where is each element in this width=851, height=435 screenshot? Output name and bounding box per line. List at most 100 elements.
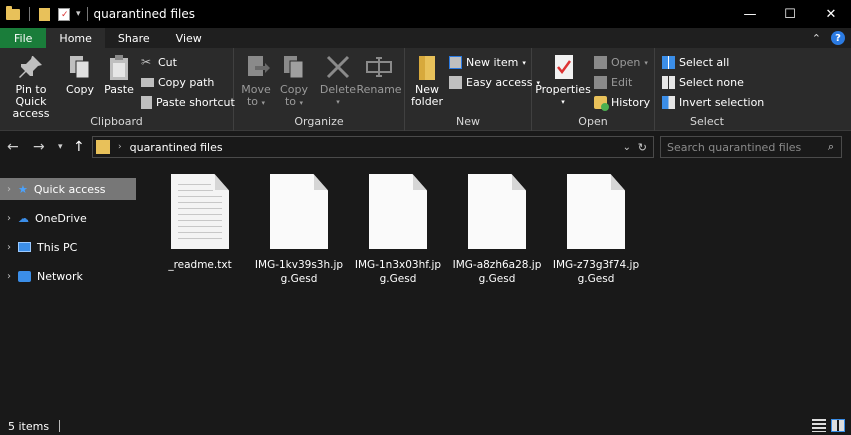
paste-button[interactable]: Paste	[101, 52, 137, 96]
paste-shortcut-button[interactable]: Paste shortcut	[141, 96, 235, 109]
tab-home[interactable]: Home	[46, 28, 105, 48]
window-title: quarantined files	[93, 7, 195, 21]
breadcrumb-current[interactable]: quarantined files	[130, 141, 223, 154]
tab-view[interactable]: View	[163, 28, 215, 48]
up-arrow-icon[interactable]: ↑	[73, 139, 85, 155]
details-view-icon[interactable]	[812, 419, 826, 432]
customize-toolbar-icon[interactable]: ▾	[76, 9, 81, 19]
chevron-right-icon[interactable]: ›	[2, 242, 16, 253]
item-count: 5 items	[8, 419, 50, 433]
open-group: Properties ▾ Open ▾ Edit History Open	[532, 48, 655, 131]
computer-icon	[18, 242, 31, 252]
copy-path-button[interactable]: Copy path	[141, 76, 214, 89]
file-name: IMG-z73g3f74.jpg.Gesd	[552, 259, 640, 285]
help-icon[interactable]: ?	[831, 31, 845, 45]
select-none-button[interactable]: Select none	[662, 76, 744, 89]
dropdown-arrow-icon: ▾	[336, 98, 340, 106]
search-input[interactable]	[667, 140, 817, 154]
new-item-button[interactable]: New item ▾	[449, 56, 526, 69]
recent-locations-icon[interactable]: ▾	[58, 142, 63, 152]
search-box[interactable]: ⌕	[660, 136, 842, 158]
collapse-ribbon-icon[interactable]: ⌃	[812, 32, 821, 45]
chevron-right-icon[interactable]: ›	[2, 184, 16, 195]
search-icon[interactable]: ⌕	[828, 140, 834, 154]
new-group: New folder New item ▾ Easy access ▾ New	[405, 48, 540, 131]
star-icon: ★	[18, 182, 28, 196]
cloud-icon: ☁	[18, 211, 29, 225]
rename-button[interactable]: Rename	[356, 52, 402, 96]
file-name: IMG-a8zh6a28.jpg.Gesd	[452, 259, 542, 285]
generic-file-icon	[468, 174, 526, 249]
large-icons-view-icon[interactable]	[831, 419, 845, 432]
generic-file-icon	[567, 174, 625, 249]
select-none-icon	[662, 76, 675, 89]
delete-x-icon	[323, 52, 353, 82]
select-all-button[interactable]: Select all	[662, 56, 729, 69]
refresh-icon[interactable]: ↻	[638, 141, 647, 154]
history-icon	[594, 96, 609, 111]
file-item[interactable]: IMG-1n3x03hf.jpg.Gesd	[353, 174, 443, 286]
easy-access-button[interactable]: Easy access ▾	[449, 76, 540, 89]
open-button[interactable]: Open ▾	[594, 56, 648, 69]
move-to-button[interactable]: Move to ▾	[238, 52, 274, 109]
new-item-icon	[449, 56, 462, 69]
status-bar: 5 items	[0, 417, 851, 435]
tab-file[interactable]: File	[0, 28, 47, 48]
address-dropdown-icon[interactable]: ⌄	[623, 142, 631, 153]
clipboard-group: Pin to Quick access Copy Paste ✂ Cut Cop…	[0, 48, 235, 131]
copy-button[interactable]: Copy	[62, 52, 98, 96]
file-item[interactable]: _readme.txt	[155, 174, 245, 272]
file-item[interactable]: IMG-1kv39s3h.jpg.Gesd	[254, 174, 344, 286]
invert-selection-button[interactable]: Invert selection	[662, 96, 764, 109]
file-item[interactable]: IMG-a8zh6a28.jpg.Gesd	[452, 174, 542, 286]
organize-group-label: Organize	[294, 115, 344, 128]
history-button[interactable]: History	[594, 96, 650, 111]
file-item[interactable]: IMG-z73g3f74.jpg.Gesd	[551, 174, 641, 286]
file-name: IMG-1n3x03hf.jpg.Gesd	[354, 259, 442, 285]
sidebar-item-label: This PC	[37, 240, 78, 254]
navigation-pane: › ★ Quick access › ☁ OneDrive › This PC …	[0, 164, 137, 417]
maximize-button[interactable]: ☐	[767, 0, 813, 28]
chevron-right-icon[interactable]: ›	[2, 213, 16, 224]
properties-quick-icon[interactable]: ✓	[58, 7, 70, 21]
sidebar-item-label: Network	[37, 269, 83, 283]
scissors-icon: ✂	[141, 55, 152, 69]
pin-to-quick-access-button[interactable]: Pin to Quick access	[2, 52, 60, 120]
quick-folder-icon[interactable]	[39, 7, 50, 21]
sidebar-item-onedrive[interactable]: › ☁ OneDrive	[0, 207, 136, 229]
cut-button[interactable]: ✂ Cut	[141, 55, 177, 70]
sidebar-item-network[interactable]: › Network	[0, 265, 136, 287]
edit-icon	[594, 76, 607, 89]
properties-button[interactable]: Properties ▾	[535, 52, 591, 108]
chevron-right-icon[interactable]: ›	[2, 271, 16, 282]
generic-file-icon	[270, 174, 328, 249]
organize-group: Move to ▾ Copy to ▾ Delete ▾ Rename Orga…	[234, 48, 405, 131]
back-arrow-icon[interactable]: ←	[7, 139, 19, 155]
edit-button[interactable]: Edit	[594, 76, 632, 89]
generic-file-icon	[369, 174, 427, 249]
close-button[interactable]: ✕	[808, 0, 851, 28]
toolbar-divider	[86, 7, 88, 21]
easy-access-icon	[449, 76, 462, 89]
new-folder-button[interactable]: New folder	[409, 52, 445, 108]
dropdown-arrow-icon: ▾	[522, 58, 526, 67]
select-group: Select all Select none Invert selection …	[655, 48, 764, 131]
sidebar-item-quick-access[interactable]: › ★ Quick access	[0, 178, 136, 200]
copy-to-button[interactable]: Copy to ▾	[276, 52, 312, 109]
address-bar[interactable]: › quarantined files ⌄ ↻	[92, 136, 654, 158]
open-group-label: Open	[578, 115, 608, 128]
text-file-icon	[171, 174, 229, 249]
forward-arrow-icon[interactable]: →	[33, 139, 45, 155]
paste-shortcut-icon	[141, 96, 152, 109]
tab-share[interactable]: Share	[105, 28, 163, 48]
sidebar-item-label: OneDrive	[35, 211, 87, 225]
properties-icon	[548, 52, 578, 82]
sidebar-item-label: Quick access	[33, 182, 106, 196]
delete-button[interactable]: Delete ▾	[320, 52, 356, 108]
open-icon	[594, 56, 607, 69]
folder-icon	[96, 140, 110, 154]
file-name: _readme.txt	[168, 259, 232, 271]
ribbon-tabs: File Home Share View ⌃ ?	[0, 28, 851, 48]
sidebar-item-this-pc[interactable]: › This PC	[0, 236, 136, 258]
invert-selection-icon	[662, 96, 675, 109]
